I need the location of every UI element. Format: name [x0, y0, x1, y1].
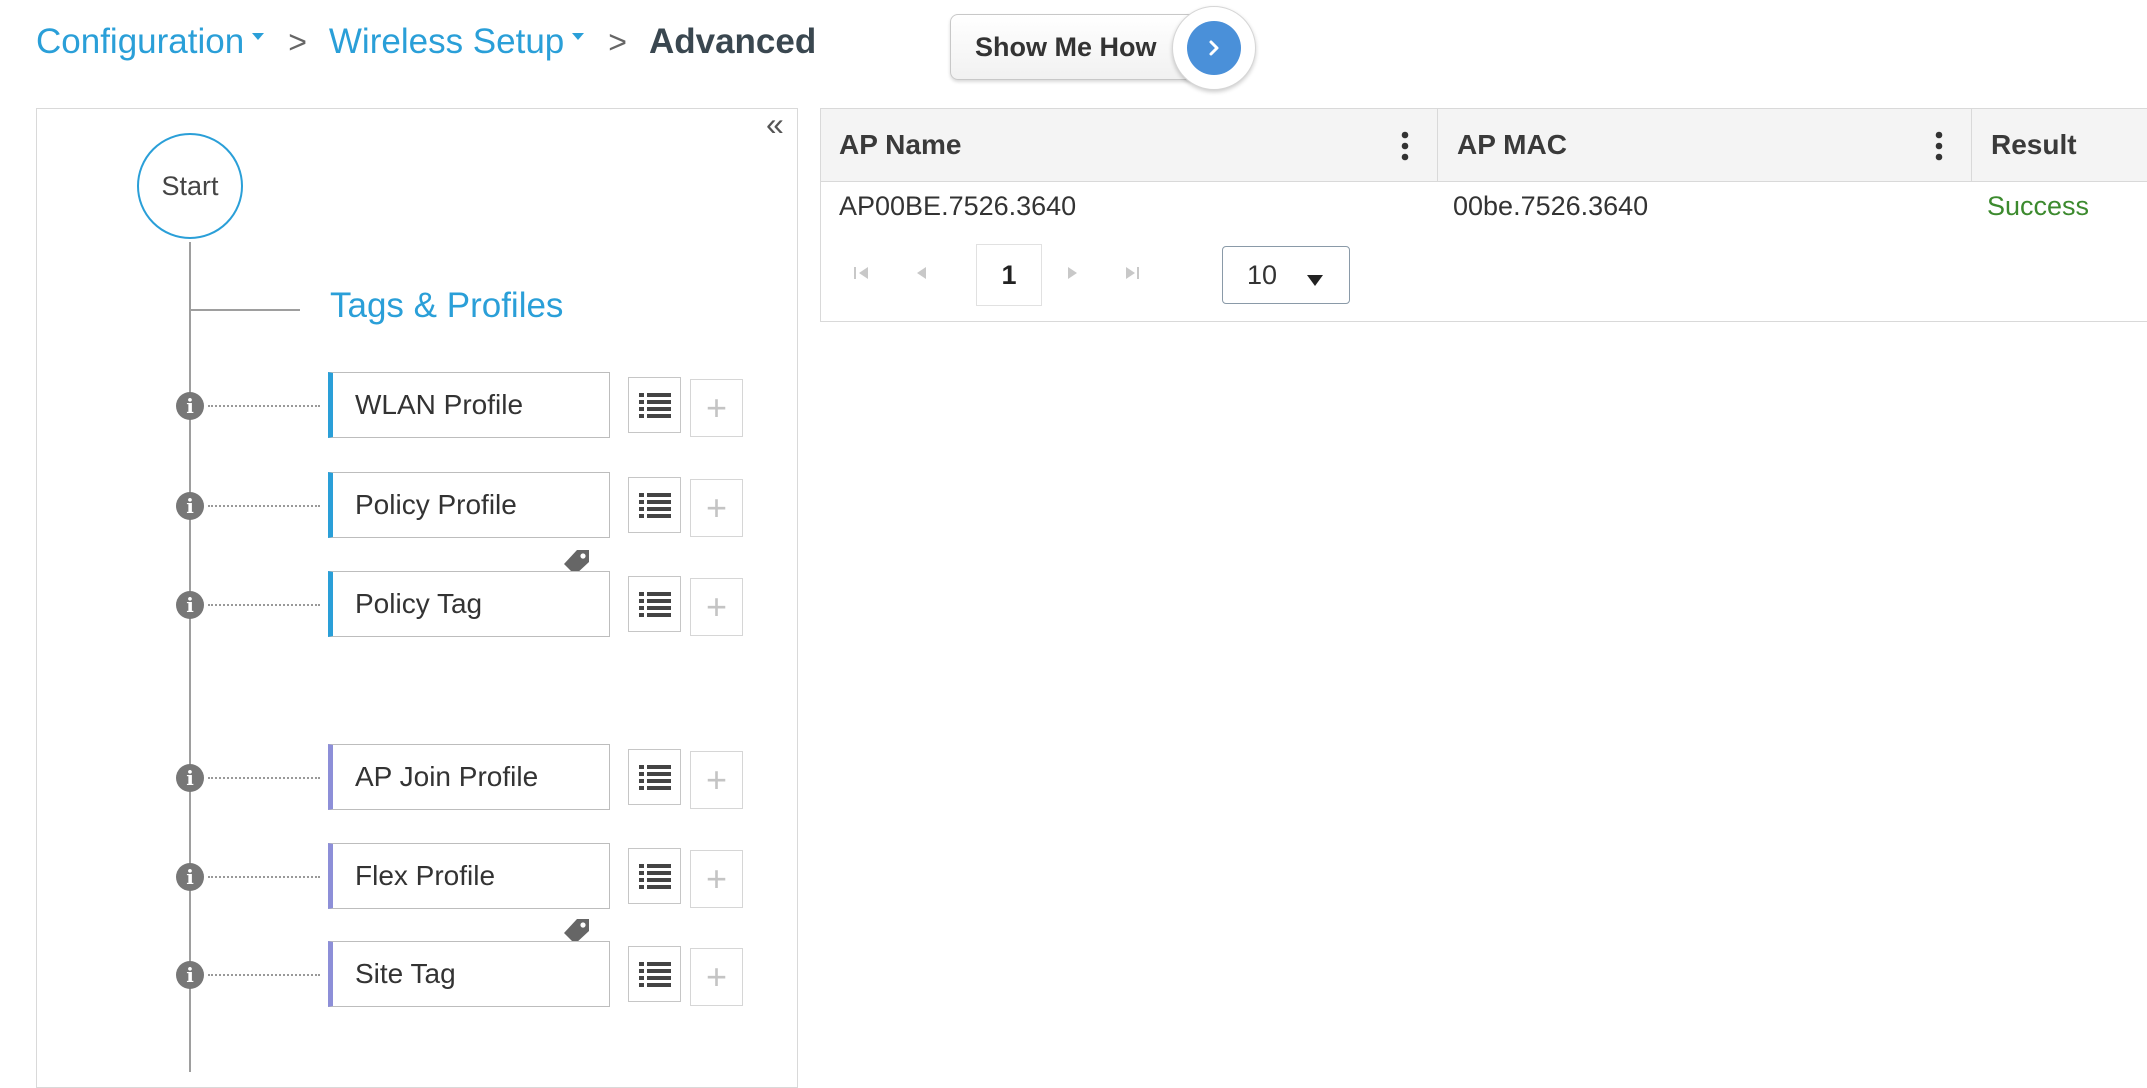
profile-row-policy-tag: i Policy Tag + — [0, 571, 800, 637]
list-view-button[interactable] — [628, 749, 681, 805]
column-divider — [1437, 109, 1438, 181]
chevron-right-icon — [1187, 21, 1241, 75]
column-header-ap-name[interactable]: AP Name — [839, 109, 961, 181]
next-page-icon[interactable] — [1061, 262, 1083, 284]
info-icon[interactable]: i — [176, 764, 204, 792]
list-icon — [638, 962, 671, 987]
profile-label: WLAN Profile — [355, 389, 524, 420]
policy-tag-button[interactable]: Policy Tag — [328, 571, 610, 637]
policy-profile-button[interactable]: Policy Profile — [328, 472, 610, 538]
list-icon — [638, 493, 671, 518]
breadcrumb: Configuration > Wireless Setup > Advance… — [36, 14, 816, 70]
show-me-how-button[interactable]: Show Me How — [950, 14, 1210, 80]
breadcrumb-separator: > — [608, 23, 627, 60]
ap-join-profile-button[interactable]: AP Join Profile — [328, 744, 610, 810]
ap-results-table: AP Name AP MAC Result AP00BE.7526.3640 0… — [820, 108, 2147, 322]
show-me-how-label: Show Me How — [975, 31, 1157, 62]
profile-label: AP Join Profile — [355, 761, 539, 792]
breadcrumb-current: Advanced — [648, 22, 817, 61]
dotted-connector — [208, 604, 320, 606]
start-label: Start — [161, 170, 219, 201]
add-button[interactable]: + — [690, 948, 743, 1006]
list-icon — [638, 765, 671, 790]
breadcrumb-wireless-setup-label: Wireless Setup — [328, 22, 565, 61]
add-button[interactable]: + — [690, 751, 743, 809]
profile-label: Policy Tag — [355, 588, 483, 619]
profile-row-site-tag: i Site Tag + — [0, 941, 800, 1007]
show-me-how-go-button[interactable] — [1172, 6, 1256, 90]
info-icon[interactable]: i — [176, 863, 204, 891]
add-button[interactable]: + — [690, 379, 743, 437]
caret-down-icon — [572, 32, 585, 40]
profile-row-policy-profile: i Policy Profile + — [0, 472, 800, 575]
last-page-icon[interactable] — [1121, 262, 1143, 284]
breadcrumb-wireless-setup[interactable]: Wireless Setup — [328, 22, 585, 62]
page-size-select[interactable]: 10 — [1222, 246, 1350, 304]
profile-row-ap-join: i AP Join Profile + — [0, 744, 800, 810]
dotted-connector — [208, 405, 320, 407]
add-button[interactable]: + — [690, 578, 743, 636]
cell-ap-mac: 00be.7526.3640 — [1453, 191, 1649, 221]
column-divider — [1971, 109, 1972, 181]
profile-row-wlan: i WLAN Profile + — [0, 372, 800, 438]
dotted-connector — [208, 777, 320, 779]
list-view-button[interactable] — [628, 946, 681, 1002]
page-size-value: 10 — [1247, 259, 1278, 290]
previous-page-icon[interactable] — [911, 262, 933, 284]
dotted-connector — [208, 974, 320, 976]
column-header-result[interactable]: Result — [1991, 109, 2077, 181]
collapse-panel-icon[interactable]: « — [766, 108, 784, 140]
column-menu-icon[interactable] — [1401, 131, 1409, 161]
caret-down-icon — [252, 32, 265, 40]
pagination: 1 10 — [821, 244, 2147, 314]
breadcrumb-configuration[interactable]: Configuration — [36, 22, 265, 62]
list-view-button[interactable] — [628, 576, 681, 632]
column-header-ap-mac[interactable]: AP MAC — [1457, 109, 1567, 181]
profile-label: Policy Profile — [355, 489, 517, 520]
section-title-tags-profiles: Tags & Profiles — [330, 286, 564, 325]
site-tag-button[interactable]: Site Tag — [328, 941, 610, 1007]
dotted-connector — [208, 505, 320, 507]
first-page-icon[interactable] — [851, 262, 873, 284]
current-page-button[interactable]: 1 — [976, 244, 1042, 306]
list-icon — [638, 393, 671, 418]
cell-ap-name: AP00BE.7526.3640 — [839, 191, 1077, 221]
list-view-button[interactable] — [628, 377, 681, 433]
wlan-profile-button[interactable]: WLAN Profile — [328, 372, 610, 438]
info-icon[interactable]: i — [176, 961, 204, 989]
breadcrumb-configuration-label: Configuration — [36, 22, 245, 61]
list-icon — [638, 864, 671, 889]
list-view-button[interactable] — [628, 848, 681, 904]
caret-down-icon — [1307, 275, 1323, 286]
dotted-connector — [208, 876, 320, 878]
section-connector — [190, 309, 300, 311]
profile-label: Site Tag — [355, 958, 456, 989]
column-menu-icon[interactable] — [1935, 131, 1943, 161]
flex-profile-button[interactable]: Flex Profile — [328, 843, 610, 909]
profile-row-flex: i Flex Profile + — [0, 843, 800, 944]
info-icon[interactable]: i — [176, 492, 204, 520]
breadcrumb-separator: > — [288, 23, 307, 60]
show-me-how: Show Me How — [950, 6, 1260, 90]
info-icon[interactable]: i — [176, 392, 204, 420]
cell-result: Success — [1987, 191, 2090, 221]
add-button[interactable]: + — [690, 850, 743, 908]
profile-label: Flex Profile — [355, 860, 496, 891]
start-node: Start — [137, 133, 243, 239]
add-button[interactable]: + — [690, 479, 743, 537]
list-view-button[interactable] — [628, 477, 681, 533]
table-header: AP Name AP MAC Result — [821, 109, 2147, 182]
list-icon — [638, 592, 671, 617]
info-icon[interactable]: i — [176, 591, 204, 619]
